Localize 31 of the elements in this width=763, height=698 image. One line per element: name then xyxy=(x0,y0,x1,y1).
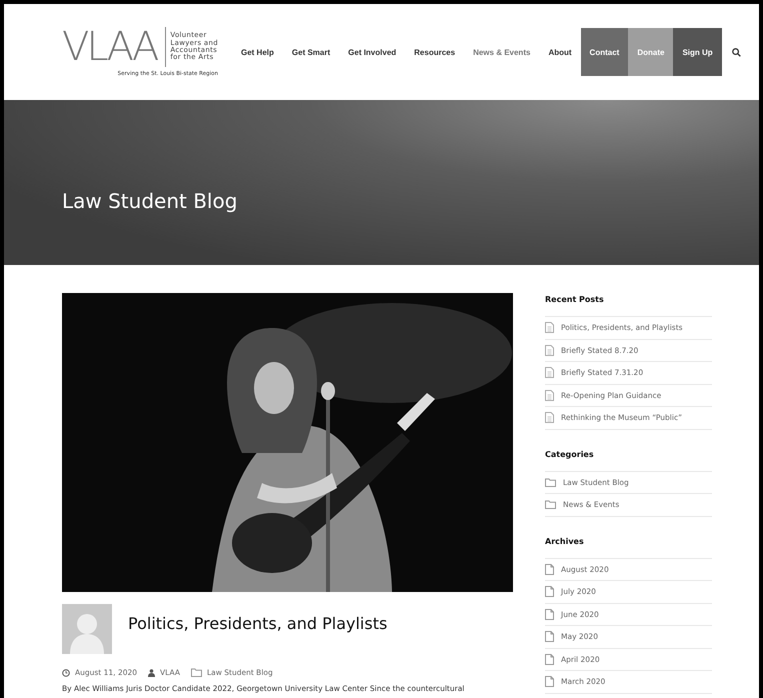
user-icon xyxy=(148,668,156,676)
folder-icon xyxy=(190,668,202,677)
search-icon[interactable] xyxy=(732,48,741,56)
page-icon xyxy=(545,586,554,598)
document-icon xyxy=(545,412,554,424)
document-icon xyxy=(545,367,554,378)
widget-heading: Recent Posts xyxy=(545,295,605,304)
post-title[interactable]: Politics, Presidents, and Playlists xyxy=(128,614,388,654)
nav-link[interactable]: Resources xyxy=(405,48,464,56)
nav-link[interactable]: About xyxy=(539,48,581,56)
nav-button[interactable]: Contact xyxy=(580,28,628,76)
page-icon xyxy=(545,676,554,688)
folder-icon xyxy=(545,500,556,510)
document-icon xyxy=(545,322,554,334)
folder-icon xyxy=(545,478,556,487)
nav-button[interactable]: Sign Up xyxy=(673,28,722,76)
nav-link[interactable]: Get Help xyxy=(232,48,283,56)
nav-link[interactable]: News & Events xyxy=(464,48,540,56)
document-icon xyxy=(545,390,554,401)
widget-heading: Archives xyxy=(545,536,585,546)
page-title: Law Student Blog xyxy=(62,188,238,212)
nav-link[interactable]: Get Smart xyxy=(282,48,340,56)
page-icon xyxy=(545,631,554,642)
logo-mark[interactable]: VLAA xyxy=(62,27,166,67)
page-icon xyxy=(545,564,554,575)
nav-link[interactable]: Get Involved xyxy=(339,48,406,56)
page-icon xyxy=(545,608,554,620)
clock-icon xyxy=(62,668,70,676)
widget-heading: Categories xyxy=(545,450,595,458)
document-icon xyxy=(545,344,554,356)
page-icon xyxy=(545,654,554,665)
